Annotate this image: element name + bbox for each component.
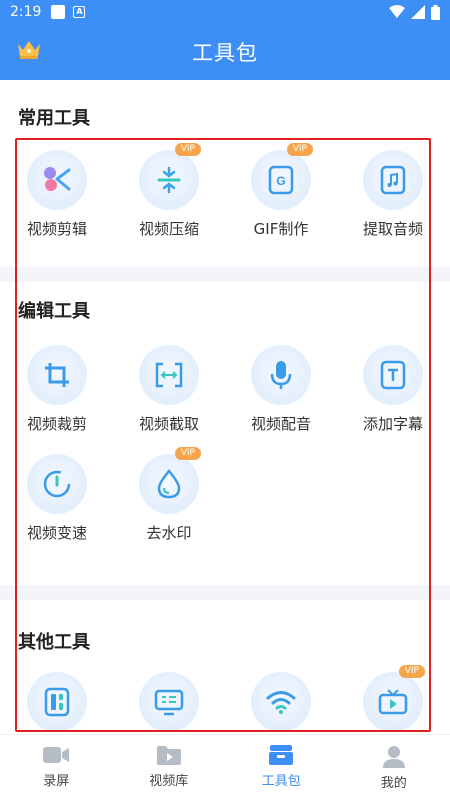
toolbox-icon <box>269 745 294 765</box>
nav-label: 我的 <box>380 776 407 791</box>
tool-video-trim[interactable]: 视频截取 <box>113 345 225 434</box>
video-folder-icon <box>156 746 181 765</box>
nav-item-video-library[interactable]: 视频库 <box>113 735 226 800</box>
tool-video-dub[interactable]: 视频配音 <box>225 345 337 434</box>
status-bar: 2:19 A <box>0 0 450 24</box>
compress-icon: VIP <box>139 143 201 210</box>
tool-wifi-transfer[interactable] <box>225 672 337 734</box>
section-title: 编辑工具 <box>18 301 90 322</box>
tool-label: 视频裁剪 <box>26 415 87 433</box>
signal-icon <box>411 5 425 19</box>
notification-square-icon <box>51 5 66 19</box>
layout-icon <box>27 672 87 732</box>
tool-label: 提取音频 <box>362 220 423 238</box>
tool-label: GIF制作 <box>253 220 309 238</box>
tool-label: 添加字幕 <box>362 415 423 433</box>
screen-icon <box>139 672 199 732</box>
tool-label: 视频配音 <box>250 415 311 433</box>
vip-badge: VIP <box>174 143 201 156</box>
tool-video-edit[interactable]: 视频剪辑 <box>1 150 113 239</box>
tool-extract-audio[interactable]: 提取音频 <box>337 150 449 239</box>
person-icon <box>382 746 405 768</box>
subtitle-icon <box>363 345 423 405</box>
vip-badge: VIP <box>398 665 425 678</box>
tool-label: 视频剪辑 <box>26 220 87 238</box>
section-common-tools: 常用工具 视频剪辑 VIP 视频压缩 VIP G GIF制作 提取音频 <box>0 80 450 267</box>
battery-icon <box>431 4 440 20</box>
tool-video-compress[interactable]: VIP 视频压缩 <box>113 143 225 239</box>
nav-label: 录屏 <box>43 774 70 789</box>
tool-layout[interactable] <box>1 672 113 734</box>
nav-label: 视频库 <box>149 774 189 789</box>
notification-a-icon: A <box>73 6 86 18</box>
tool-video-speed[interactable]: 视频变速 <box>1 454 113 543</box>
status-time: 2:19 <box>10 4 42 20</box>
app-header: 工具包 <box>0 24 450 80</box>
section-title: 其他工具 <box>18 632 90 653</box>
microphone-icon <box>251 345 311 405</box>
camera-icon <box>43 747 70 763</box>
tool-gif-make[interactable]: VIP G GIF制作 <box>225 143 337 239</box>
bottom-nav: 录屏 视频库 工具包 我的 <box>0 734 450 800</box>
tool-add-subtitle[interactable]: 添加字幕 <box>337 345 449 434</box>
trim-icon <box>139 345 199 405</box>
tool-tv-cast[interactable]: VIP <box>337 665 449 734</box>
tool-label: 视频压缩 <box>138 220 199 238</box>
section-title: 常用工具 <box>18 108 90 129</box>
wifi-icon <box>251 672 311 732</box>
tool-screen[interactable] <box>113 672 225 734</box>
vip-badge: VIP <box>286 143 313 156</box>
speed-icon <box>27 454 87 514</box>
watermark-drop-icon: VIP <box>139 447 201 514</box>
crown-icon[interactable] <box>16 38 42 64</box>
music-note-icon <box>363 150 423 210</box>
tool-remove-watermark[interactable]: VIP 去水印 <box>113 447 225 543</box>
tool-label: 视频变速 <box>26 524 87 542</box>
tool-label: 去水印 <box>146 524 192 542</box>
svg-text:G: G <box>276 174 285 188</box>
section-other-tools: 其他工具 VIP <box>0 600 450 734</box>
wifi-status-icon <box>389 5 405 18</box>
tools-content[interactable]: 常用工具 视频剪辑 VIP 视频压缩 VIP G GIF制作 提取音频 编辑工具… <box>0 80 450 734</box>
vip-badge: VIP <box>174 447 201 460</box>
tv-cast-icon: VIP <box>363 665 425 732</box>
nav-item-mine[interactable]: 我的 <box>338 735 450 800</box>
nav-label: 工具包 <box>261 774 301 789</box>
tool-label: 视频截取 <box>138 415 199 433</box>
crop-icon <box>27 345 87 405</box>
section-edit-tools: 编辑工具 视频裁剪 视频截取 视频配音 添加字幕 视频变速 VIP 去水印 <box>0 282 450 585</box>
gif-icon: VIP G <box>251 143 313 210</box>
nav-item-record[interactable]: 录屏 <box>0 735 113 800</box>
page-title: 工具包 <box>192 41 258 65</box>
tool-video-crop[interactable]: 视频裁剪 <box>1 345 113 434</box>
scissors-icon <box>27 150 87 210</box>
nav-item-toolbox[interactable]: 工具包 <box>225 735 338 800</box>
